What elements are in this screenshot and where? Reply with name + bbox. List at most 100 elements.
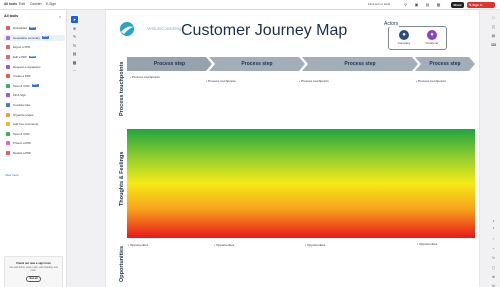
tool-icon bbox=[6, 45, 10, 50]
emotion-gradient bbox=[127, 129, 475, 238]
pen-icon[interactable]: ✎ bbox=[71, 33, 78, 40]
chevron-down-icon[interactable]: ⌄ bbox=[491, 246, 496, 250]
opportunity-item: • Opportunities bbox=[417, 242, 438, 246]
new-badge: NEW bbox=[31, 84, 39, 88]
close-icon[interactable]: × bbox=[59, 14, 61, 19]
right-rail: □ ◰ ▤ ⌨ 1 1 ⌃ ⌄ ↻ ▢ ⊕ ⊖ bbox=[487, 10, 500, 287]
tool-item[interactable]: Scan & OCR bbox=[3, 131, 65, 138]
sign-in-button[interactable]: ✎ Sign in bbox=[467, 1, 495, 8]
tool-item[interactable]: Add free comments bbox=[3, 121, 65, 128]
tool-icon bbox=[6, 103, 10, 108]
save-icon[interactable]: ▣ bbox=[414, 2, 419, 7]
tool-item[interactable]: Export a PDF bbox=[3, 44, 65, 51]
logo-text: VentureConsulting bbox=[147, 26, 182, 31]
tool-label: Edit a PDF bbox=[13, 55, 27, 60]
tool-icon bbox=[6, 141, 10, 146]
new-badge: NEW bbox=[41, 36, 49, 40]
tool-icon bbox=[6, 26, 10, 31]
actor-customer-label: Customer bbox=[425, 41, 439, 45]
tool-label: Add free comments bbox=[13, 122, 39, 127]
tool-label: Scan & OCR bbox=[13, 83, 30, 88]
thumbnails-icon[interactable]: ▤ bbox=[491, 34, 496, 38]
search-icon[interactable]: ⚲ bbox=[403, 2, 408, 7]
zoom-icon[interactable]: ⊕ bbox=[71, 25, 78, 32]
find-text-label[interactable]: Find text or tools bbox=[368, 2, 390, 6]
tool-item[interactable]: Scan & OCR NEW bbox=[3, 83, 65, 90]
tool-item[interactable]: Edit a PDF NEW bbox=[3, 54, 65, 61]
tool-label: Redact a PDF bbox=[13, 151, 32, 156]
actor-company: ● Company bbox=[395, 30, 413, 45]
zoom-in-icon[interactable]: ⊕ bbox=[491, 275, 496, 279]
tool-icon bbox=[6, 122, 10, 127]
row-label-touchpoints: Process touchpoints bbox=[119, 61, 125, 116]
panel-title: All tools bbox=[4, 14, 19, 18]
apps-grid-icon[interactable]: ▦ bbox=[436, 2, 441, 7]
touchpoint-item: • Process touchpoints bbox=[416, 79, 446, 83]
menu-convert[interactable]: Convert bbox=[30, 2, 42, 6]
fit-page-icon[interactable]: ▢ bbox=[491, 266, 496, 270]
promo-text: Use web forms, send e-sign, add branding… bbox=[9, 267, 58, 272]
tool-icon bbox=[6, 151, 10, 156]
print-icon[interactable]: ▤ bbox=[425, 2, 430, 7]
menu-esign[interactable]: E-Sign bbox=[46, 2, 56, 6]
process-steps: Process step Process step Process step P… bbox=[127, 57, 475, 71]
tool-item[interactable]: Organize pages bbox=[3, 111, 65, 118]
tool-item[interactable]: Combine files bbox=[3, 102, 65, 109]
process-step: Process step bbox=[209, 57, 305, 71]
tool-icon bbox=[6, 83, 10, 88]
opportunity-item: • Opportunities bbox=[128, 243, 149, 247]
document-page: VentureConsulting Customer Journey Map ●… bbox=[106, 10, 479, 287]
tool-item[interactable]: Embedded NEW bbox=[3, 25, 65, 32]
touchpoint-item: • Process touchpoints bbox=[299, 79, 329, 83]
view-more-link[interactable]: View more bbox=[5, 173, 19, 177]
touchpoint-item: • Process touchpoints bbox=[206, 79, 236, 83]
tool-label: Embedded bbox=[13, 26, 27, 31]
tool-item[interactable]: Redact a PDF bbox=[3, 150, 65, 157]
tool-item[interactable]: Fill & Sign bbox=[3, 92, 65, 99]
text-box-icon[interactable]: ▤ bbox=[71, 50, 78, 57]
promo-card: Check out new e-sign tools Use web forms… bbox=[4, 256, 63, 287]
row-label-opportunities: Opportunities bbox=[119, 245, 125, 282]
actor-company-label: Company bbox=[397, 41, 411, 45]
process-step-label: Process step bbox=[153, 60, 186, 67]
tool-item[interactable]: Create a PDF bbox=[3, 73, 65, 80]
process-step-label: Process step bbox=[241, 60, 273, 67]
process-step-label: Process step bbox=[429, 60, 461, 67]
see-all-button[interactable]: See all bbox=[25, 275, 42, 283]
sign-in-label: Sign in bbox=[472, 2, 483, 7]
share-button[interactable]: Share bbox=[451, 1, 464, 8]
tool-icon bbox=[6, 93, 10, 98]
tool-icon bbox=[6, 55, 10, 60]
chevron-up-icon[interactable]: ⌃ bbox=[491, 238, 496, 242]
bookmark-icon[interactable]: ◰ bbox=[491, 25, 496, 29]
tool-label: Generative summary bbox=[13, 35, 40, 40]
tool-label: Protect a PDF bbox=[13, 141, 32, 146]
top-toolbar: All tools Edit Convert E-Sign Find text … bbox=[0, 0, 500, 10]
tool-label: Scan & OCR bbox=[13, 131, 30, 136]
refresh-icon[interactable]: ↻ bbox=[491, 256, 496, 260]
menu-edit[interactable]: Edit bbox=[19, 2, 25, 6]
tool-item[interactable]: Protect a PDF bbox=[3, 140, 65, 147]
cursor-icon[interactable]: ➤ bbox=[71, 16, 78, 23]
tool-icon bbox=[6, 112, 10, 117]
tool-item[interactable]: Generative summary NEW bbox=[3, 34, 65, 42]
tool-item[interactable]: Request e-signatures bbox=[3, 63, 65, 70]
company-icon: ● bbox=[399, 30, 409, 40]
more-icon[interactable]: ⋯ bbox=[71, 67, 78, 74]
tool-label: Request e-signatures bbox=[13, 64, 41, 69]
attachment-icon[interactable]: ⌨ bbox=[491, 43, 496, 47]
page-total: 1 bbox=[492, 226, 495, 230]
menu-all-tools[interactable]: All tools bbox=[4, 2, 17, 6]
actor-customer: ● Customer bbox=[423, 30, 441, 45]
tool-label: Combine files bbox=[13, 103, 31, 108]
new-badge: NEW bbox=[28, 55, 37, 59]
tool-icon bbox=[6, 74, 10, 79]
rotate-icon[interactable]: ↻ bbox=[71, 42, 78, 49]
process-step: Process step bbox=[415, 57, 475, 71]
comment-icon[interactable]: □ bbox=[491, 16, 496, 20]
new-badge: NEW bbox=[28, 26, 37, 30]
actors-box: ● Company ● Customer bbox=[388, 26, 447, 50]
page-current[interactable]: 1 bbox=[491, 219, 496, 223]
touchpoint-item: • Process touchpoints bbox=[130, 75, 160, 79]
stamp-icon[interactable]: ▩ bbox=[71, 59, 78, 66]
